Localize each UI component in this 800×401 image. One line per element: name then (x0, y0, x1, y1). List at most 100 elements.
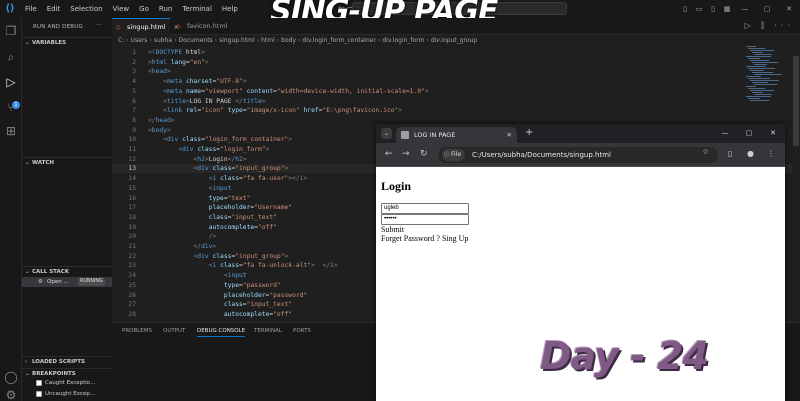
checkbox[interactable] (36, 380, 42, 386)
layout-secondary-icon[interactable]: ▯ (706, 5, 720, 13)
menu-item[interactable]: View (108, 5, 135, 13)
code-text: <div class="input_group"> (193, 252, 289, 260)
chevron-right-icon: › (214, 37, 218, 44)
tab-search-icon[interactable]: ⌄ (381, 128, 392, 139)
chevron-down-icon: ⌄ (25, 269, 30, 275)
site-info-chip[interactable]: File (442, 149, 466, 161)
minimize-button[interactable]: — (734, 5, 756, 13)
close-button[interactable]: ✕ (761, 124, 785, 143)
watch-section[interactable]: ⌄ WATCH (22, 157, 112, 167)
breakpoint-caught[interactable]: Caught Exceptio... (36, 380, 95, 386)
account-icon[interactable]: ◯ (4, 370, 18, 384)
search-icon[interactable]: ⌕ (4, 50, 18, 64)
breadcrumb-item[interactable]: Documents (178, 37, 212, 44)
password-input[interactable]: •••••• (381, 214, 469, 225)
code-text: <input (208, 184, 232, 192)
menu-item[interactable]: Selection (65, 5, 107, 13)
breadcrumb-item[interactable]: Users (131, 37, 148, 44)
editor-scrollbar[interactable] (792, 46, 800, 322)
menu-item[interactable]: Run (154, 5, 177, 13)
code-line[interactable]: 1 <!DOCTYPE html> (112, 48, 792, 57)
callstack-item[interactable]: ⚙ Open ... RUNNING (22, 277, 112, 287)
back-icon[interactable]: ← (385, 149, 393, 159)
code-line[interactable]: 4 <meta charset="UTF-8"> (112, 77, 792, 86)
address-bar[interactable]: File C:/Users/subha/Documents/singup.htm… (438, 147, 718, 163)
explorer-icon[interactable]: ❐ (4, 24, 18, 38)
chevron-right-icon: › (25, 359, 28, 365)
side-panel-icon[interactable]: ▯ (728, 149, 732, 158)
tab-output[interactable]: OUTPUT (163, 328, 185, 334)
maximize-button[interactable]: ▢ (737, 124, 761, 143)
close-icon[interactable]: ✕ (507, 127, 512, 143)
breadcrumb-item[interactable]: div.login_form_container (302, 37, 376, 44)
settings-gear-icon[interactable]: ⚙ (4, 388, 18, 401)
layout-customize-icon[interactable]: ▦ (720, 5, 734, 13)
forward-icon[interactable]: → (402, 149, 410, 159)
username-input[interactable]: ugleb (381, 203, 469, 214)
bookmark-star-icon[interactable]: ☆ (702, 147, 709, 156)
breakpoints-section[interactable]: ⌄ BREAKPOINTS (22, 368, 112, 378)
menu-item[interactable]: Help (217, 5, 243, 13)
browser-menu-icon[interactable]: ⋮ (767, 149, 775, 158)
breadcrumb-item[interactable]: C: (118, 37, 124, 44)
breadcrumb-item[interactable]: subha (154, 37, 172, 44)
editor-actions[interactable]: ▷ ⫿ ··· (745, 21, 794, 31)
line-number: 7 (132, 107, 136, 115)
extensions-icon[interactable]: ⊞ (4, 124, 18, 138)
code-line[interactable]: 3 <head> (112, 67, 792, 76)
editor-tabs: ◇ singup.html × ◇ favicon.html ▷ ⫿ ··· (112, 18, 800, 35)
tab-terminal[interactable]: TERMINAL (254, 328, 282, 334)
line-number: 11 (128, 146, 136, 153)
minimap[interactable] (742, 46, 790, 106)
breadcrumb-item[interactable]: div.login_form (382, 37, 424, 44)
minimap-line (746, 76, 761, 77)
footer-links[interactable]: Forget Password ? Sing Up (381, 234, 468, 243)
variables-section[interactable]: ⌄ VARIABLES (22, 37, 112, 47)
browser-tab[interactable]: LOG IN PAGE ✕ (396, 127, 517, 143)
tab-favicon-html[interactable]: ◇ favicon.html (172, 18, 234, 35)
breadcrumb[interactable]: C: › Users › subha › Documents › singup.html › htm… (118, 37, 477, 44)
code-line[interactable]: 5 <meta name="viewport" content="width=d… (112, 87, 792, 96)
code-text: class="input_text" (208, 213, 277, 221)
breakpoint-uncaught[interactable]: Uncaught Excep... (36, 391, 95, 397)
menu-item[interactable]: Edit (42, 5, 66, 13)
breadcrumb-item[interactable]: singup.html (219, 37, 255, 44)
code-text: autocomplete="off" (223, 310, 293, 318)
source-control-icon[interactable]: ⑂ (4, 100, 18, 114)
maximize-button[interactable]: ▢ (756, 5, 778, 13)
tab-ports[interactable]: PORTS (293, 328, 311, 334)
code-text: placeholder="password" (223, 291, 308, 299)
tab-problems[interactable]: PROBLEMS (122, 328, 152, 334)
reload-icon[interactable]: ↻ (420, 149, 428, 159)
menu-item[interactable]: Terminal (177, 5, 217, 13)
new-tab-icon[interactable]: + (525, 127, 533, 138)
run-debug-icon[interactable]: ▷ (4, 75, 18, 89)
callstack-section[interactable]: ⌄ CALL STACK (22, 266, 112, 276)
profile-icon[interactable]: ● (747, 149, 754, 158)
line-number: 15 (128, 184, 136, 192)
tab-debug-console[interactable]: DEBUG CONSOLE (197, 328, 246, 337)
loaded-scripts-section[interactable]: › LOADED SCRIPTS (22, 356, 112, 366)
layout-sidebar-icon[interactable]: ▯ (678, 5, 692, 13)
minimize-button[interactable]: — (713, 124, 737, 143)
breadcrumb-item[interactable]: div.input_group (431, 37, 477, 44)
layout-panel-icon[interactable]: ▭ (692, 5, 706, 13)
close-button[interactable]: ✕ (778, 5, 800, 13)
sidebar-more-icon[interactable]: ··· (96, 22, 102, 29)
checkbox[interactable] (36, 391, 42, 397)
browser-toolbar: ← → ↻ File C:/Users/subha/Documents/sing… (376, 143, 785, 167)
menu-item[interactable]: Go (134, 5, 154, 13)
submit-button[interactable]: Submit (381, 225, 404, 234)
code-line[interactable]: 7 <link rel="icon" type="image/x-icon" h… (112, 106, 792, 115)
breadcrumb-item[interactable]: html (261, 37, 275, 44)
line-number: 22 (128, 252, 136, 260)
code-text: <head> (148, 68, 171, 76)
menu-item[interactable]: File (20, 5, 42, 13)
line-number: 19 (128, 223, 136, 231)
breadcrumb-item[interactable]: body (281, 37, 296, 44)
minimap-line (750, 50, 774, 51)
code-line[interactable]: 6 <title>LOG IN PAGE </title> (112, 97, 792, 106)
tab-singup-html[interactable]: ◇ singup.html × (112, 18, 179, 35)
code-line[interactable]: 2 <html lang="en"> (112, 58, 792, 67)
scrollbar-thumb[interactable] (793, 56, 799, 146)
